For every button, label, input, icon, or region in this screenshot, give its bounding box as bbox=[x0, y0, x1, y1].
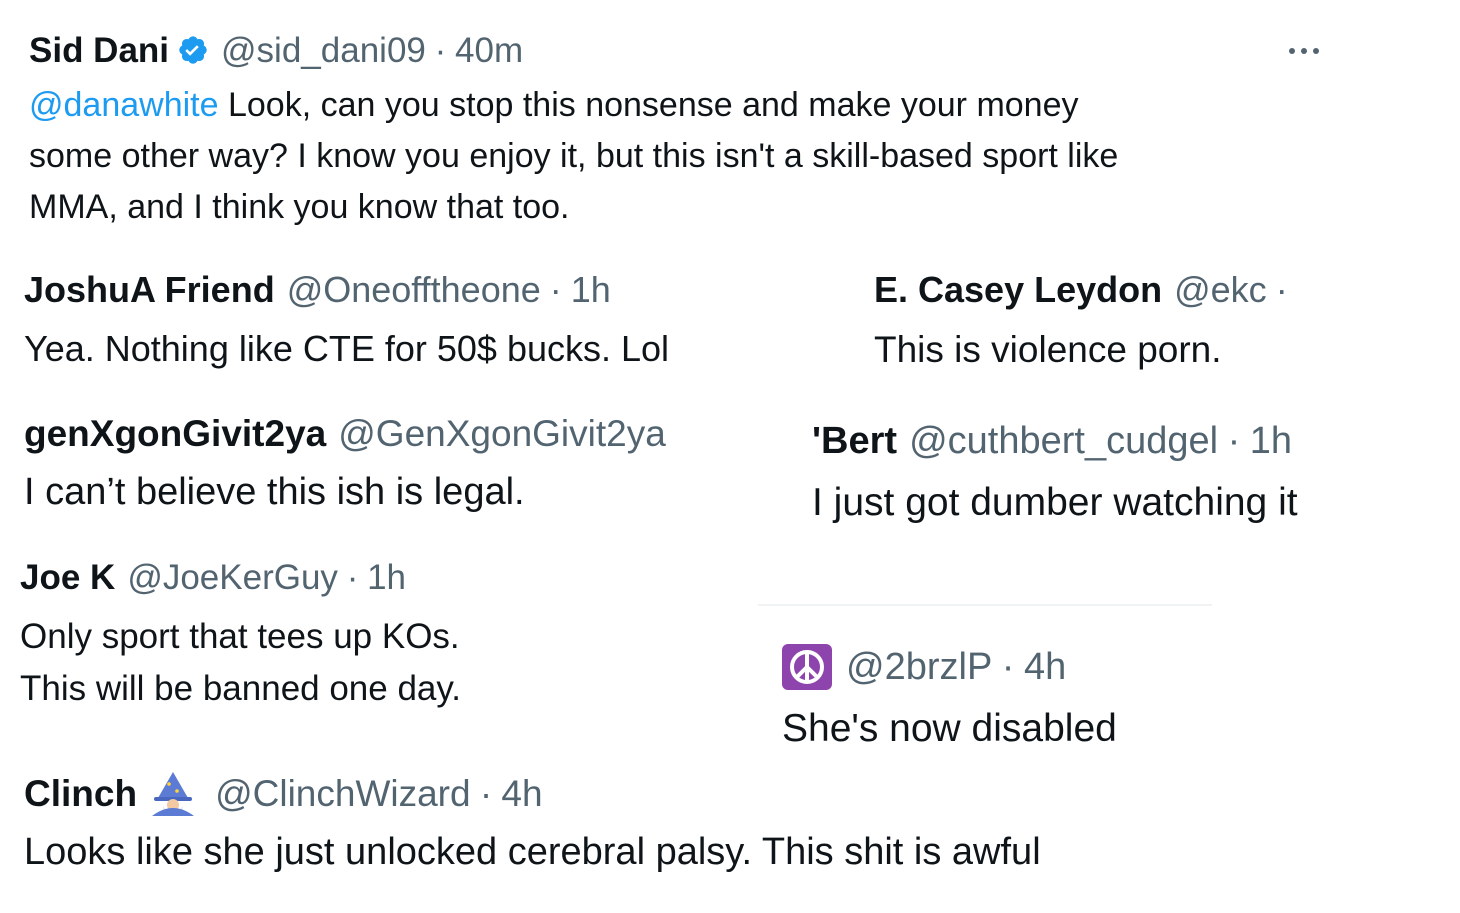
reply-genx: genXgonGivit2ya @GenXgonGivit2ya I can’t… bbox=[24, 412, 666, 517]
reply-author-name[interactable]: Joe K bbox=[20, 560, 115, 595]
reply-text: Yea. Nothing like CTE for 50$ bucks. Lol bbox=[24, 328, 670, 369]
main-tweet-line-2: some other way? I know you enjoy it, but… bbox=[29, 137, 1119, 175]
reply-timestamp[interactable]: 4h bbox=[1024, 648, 1066, 686]
reply-casey: E. Casey Leydon @ekc · This is violence … bbox=[874, 270, 1297, 374]
reply-handle[interactable]: @ekc bbox=[1174, 272, 1267, 308]
reply-text-line-2: This will be banned one day. bbox=[20, 669, 462, 708]
reply-2brzlp: @2brzlP · 4h She's now disabled bbox=[782, 644, 1117, 755]
main-tweet-line-3: MMA, and I think you know that too. bbox=[29, 188, 570, 226]
main-tweet-author-name[interactable]: Sid Dani bbox=[29, 33, 169, 68]
main-tweet-timestamp[interactable]: 40m bbox=[455, 33, 523, 68]
reply-handle[interactable]: @JoeKerGuy bbox=[127, 560, 338, 595]
main-tweet: Sid Dani @sid_dani09 · 40m @danawhite Lo… bbox=[29, 30, 1118, 233]
separator-dot: · bbox=[479, 772, 493, 814]
separator-dot: · bbox=[434, 30, 447, 70]
reply-handle[interactable]: @2brzlP bbox=[846, 648, 992, 686]
separator-dot: · bbox=[1227, 420, 1241, 462]
wizard-emoji-icon bbox=[149, 770, 197, 816]
reply-timestamp[interactable]: 1h bbox=[1250, 422, 1292, 460]
reply-author-name[interactable]: JoshuA Friend bbox=[24, 272, 275, 308]
main-tweet-text: @danawhite Look, can you stop this nonse… bbox=[29, 80, 1118, 233]
reply-author-name[interactable]: genXgonGivit2ya bbox=[24, 415, 326, 452]
separator-dot: · bbox=[346, 557, 359, 597]
reply-text: She's now disabled bbox=[782, 707, 1117, 750]
reply-clinch: Clinch @ClinchWizard · 4h Looks like she… bbox=[24, 770, 1041, 877]
reply-bert: 'Bert @cuthbert_cudgel · 1h I just got d… bbox=[812, 420, 1298, 529]
reply-text: I just got dumber watching it bbox=[812, 481, 1298, 524]
reply-handle[interactable]: @cuthbert_cudgel bbox=[909, 422, 1218, 460]
reply-author-name[interactable]: Clinch bbox=[24, 775, 137, 812]
main-tweet-line-1: @danawhite Look, can you stop this nonse… bbox=[29, 86, 1079, 124]
separator-dot: · bbox=[1001, 646, 1015, 688]
reply-timestamp[interactable]: 1h bbox=[367, 560, 406, 595]
reply-joshua: JoshuA Friend @Oneofftheone · 1h Yea. No… bbox=[24, 270, 669, 373]
divider bbox=[758, 604, 1212, 606]
peace-symbol-icon bbox=[782, 644, 832, 690]
main-tweet-handle[interactable]: @sid_dani09 bbox=[221, 33, 426, 68]
reply-text: Only sport that tees up KOs. This will b… bbox=[20, 611, 461, 715]
reply-text: I can’t believe this ish is legal. bbox=[24, 471, 525, 513]
reply-text-line-1: Only sport that tees up KOs. bbox=[20, 617, 460, 656]
reply-joek: Joe K @JoeKerGuy · 1h Only sport that te… bbox=[20, 557, 461, 715]
verified-badge-icon bbox=[177, 34, 209, 66]
reply-text: This is violence porn. bbox=[874, 329, 1222, 370]
reply-handle[interactable]: @GenXgonGivit2ya bbox=[338, 415, 666, 452]
reply-text: Looks like she just unlocked cerebral pa… bbox=[24, 831, 1041, 873]
reply-timestamp[interactable]: 4h bbox=[501, 775, 542, 812]
reply-handle[interactable]: @ClinchWizard bbox=[215, 775, 471, 812]
reply-author-name[interactable]: E. Casey Leydon bbox=[874, 272, 1162, 308]
reply-handle[interactable]: @Oneofftheone bbox=[287, 272, 541, 308]
reply-author-name[interactable]: 'Bert bbox=[812, 422, 897, 460]
separator-dot: · bbox=[1275, 269, 1288, 310]
reply-timestamp[interactable]: 1h bbox=[571, 272, 611, 308]
mention-link[interactable]: @danawhite bbox=[29, 86, 219, 124]
more-dots-icon[interactable] bbox=[1284, 36, 1324, 66]
separator-dot: · bbox=[549, 269, 562, 310]
